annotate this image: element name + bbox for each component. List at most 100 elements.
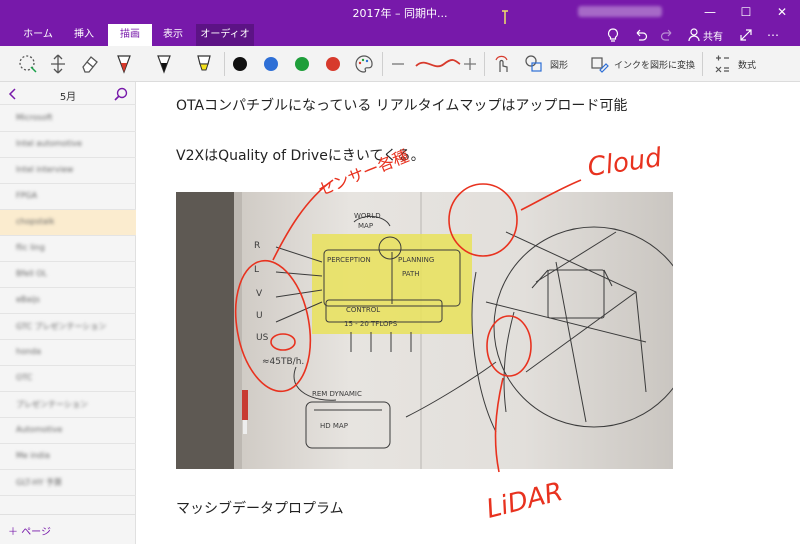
- draw-toolbar: 図形 インクを図形に変換 数式: [0, 46, 800, 82]
- page-title-blurred: Automotive: [16, 425, 63, 434]
- lightbulb-icon[interactable]: [604, 27, 622, 43]
- sidebar-header: 5月: [0, 82, 136, 105]
- shapes-icon[interactable]: [522, 52, 546, 76]
- pen-red-icon[interactable]: [112, 52, 136, 76]
- math-button[interactable]: 数式: [738, 58, 756, 71]
- page-title-blurred: プレゼンテーション: [16, 400, 88, 409]
- window-title: 2017年 – 同期中...: [352, 7, 448, 20]
- touch-draw-icon[interactable]: [490, 52, 514, 76]
- toolbar-divider: [382, 52, 383, 76]
- color-blue-swatch[interactable]: [264, 57, 278, 71]
- color-green-swatch[interactable]: [295, 57, 309, 71]
- page-list-item[interactable]: Intel interview: [0, 158, 136, 184]
- page-title-blurred: Microsoft: [16, 113, 53, 122]
- page-list-item[interactable]: honda: [0, 340, 136, 366]
- hdmap-label: HD MAP: [320, 422, 348, 430]
- decrease-thickness-icon[interactable]: [386, 52, 410, 76]
- whiteboard-photo[interactable]: WORLD MAP PERCEPTION PLANNING PATH CONTR…: [176, 192, 673, 469]
- page-title-blurred: Intel interview: [16, 165, 74, 174]
- page-title-blurred: flic ling: [16, 243, 45, 252]
- note-text-line[interactable]: OTAコンパチブルになっている リアルタイムマップはアップロード可能: [176, 95, 627, 115]
- tab-home[interactable]: ホーム: [14, 24, 62, 46]
- marker-red: [242, 390, 248, 420]
- cloud-handwriting: Cloud: [586, 143, 664, 183]
- rem-label: REM DYNAMIC: [312, 390, 362, 398]
- page-title-blurred: honda: [16, 347, 42, 356]
- page-list-item[interactable]: Automotive: [0, 418, 136, 444]
- sidebar-footer: ＋ ページ: [0, 514, 136, 544]
- world-label: WORLD: [354, 212, 381, 220]
- search-icon[interactable]: [114, 87, 128, 101]
- map-label: MAP: [358, 222, 373, 230]
- shapes-button[interactable]: 図形: [550, 58, 568, 71]
- minimize-button[interactable]: —: [692, 0, 728, 24]
- toolbar-divider: [702, 52, 703, 76]
- ink-to-shape-button[interactable]: インクを図形に変換: [614, 58, 695, 71]
- add-page-label: ページ: [21, 527, 51, 538]
- page-list-item[interactable]: FPGA: [0, 184, 136, 210]
- page-list-item[interactable]: Me india: [0, 444, 136, 470]
- title-bar: 2017年 – 同期中... — ☐ ✕: [0, 0, 800, 26]
- note-page[interactable]: OTAコンパチブルになっている リアルタイムマップはアップロード可能 V2XはQ…: [137, 82, 800, 544]
- add-page-button[interactable]: ＋ ページ: [8, 523, 51, 538]
- toolbar-divider: [484, 52, 485, 76]
- undo-icon[interactable]: [632, 27, 650, 43]
- close-button[interactable]: ✕: [764, 0, 800, 24]
- color-black-swatch[interactable]: [233, 57, 247, 71]
- tab-audio[interactable]: オーディオ: [196, 24, 254, 46]
- page-title-blurred: chopstalk: [16, 217, 55, 226]
- page-list-item[interactable]: OTC: [0, 366, 136, 392]
- increase-thickness-icon[interactable]: [458, 52, 482, 76]
- fullscreen-icon[interactable]: [737, 27, 755, 43]
- stroke-preview-icon[interactable]: [412, 52, 462, 76]
- page-list-item[interactable]: GTC プレゼンテーション: [0, 314, 136, 340]
- add-space-icon[interactable]: [46, 52, 70, 76]
- color-red-swatch[interactable]: [326, 57, 340, 71]
- page-title-blurred: GTC プレゼンテーション: [16, 322, 107, 331]
- more-options-button[interactable]: ⋯: [764, 27, 782, 43]
- math-icon[interactable]: [710, 52, 734, 76]
- tab-insert[interactable]: 挿入: [66, 24, 102, 46]
- note-text-line[interactable]: マッシブデータプロプラム: [176, 498, 344, 518]
- page-list-item[interactable]: flic ling: [0, 236, 136, 262]
- lasso-select-icon[interactable]: [16, 52, 40, 76]
- whiteboard-frame: [234, 192, 242, 469]
- page-title-blurred: Intel automotive: [16, 139, 82, 148]
- redo-icon[interactable]: [658, 27, 676, 43]
- page-list-item[interactable]: eBaijs: [0, 288, 136, 314]
- lidar-handwriting: LiDAR: [483, 477, 566, 525]
- ribbon-tabs: ホーム 挿入 描画 表示 オーディオ 共有 ⋯: [0, 24, 800, 46]
- ink-to-shape-icon[interactable]: [588, 52, 612, 76]
- page-list-item[interactable]: Intel automotive: [0, 132, 136, 158]
- page-title-blurred: eBaijs: [16, 295, 40, 304]
- page-list-item[interactable]: Microsoft: [0, 106, 136, 132]
- highlighter-yellow-icon[interactable]: [192, 52, 216, 76]
- tab-view[interactable]: 表示: [154, 24, 192, 46]
- page-list-item[interactable]: プレゼンテーション: [0, 392, 136, 418]
- page-list-item[interactable]: GLT-HY 予算: [0, 470, 136, 496]
- page-title-blurred: FPGA: [16, 191, 38, 200]
- perception-label: PERCEPTION: [327, 256, 371, 264]
- pen-black-icon[interactable]: [152, 52, 176, 76]
- eraser-icon[interactable]: [78, 52, 102, 76]
- note-text-line[interactable]: V2XはQuality of Driveにきいてくる。: [176, 145, 425, 165]
- page-list-item[interactable]: chopstalk: [0, 210, 136, 236]
- plus-icon: ＋: [8, 527, 22, 538]
- sensor-letter: V: [256, 289, 263, 299]
- page-title-blurred: GLT-HY 予算: [16, 478, 63, 487]
- share-person-icon[interactable]: [686, 27, 704, 43]
- tflops-label: 15 - 20 TFLOPS: [344, 320, 398, 328]
- page-title-blurred: OTC: [16, 373, 33, 382]
- maximize-button[interactable]: ☐: [728, 0, 764, 24]
- user-name-blurred[interactable]: [578, 6, 662, 17]
- share-button[interactable]: 共有: [703, 28, 723, 43]
- path-label: PATH: [402, 270, 420, 278]
- page-list-item[interactable]: Bfell OL: [0, 262, 136, 288]
- color-palette-icon[interactable]: [352, 52, 376, 76]
- planning-label: PLANNING: [398, 256, 434, 264]
- page-title-blurred: Bfell OL: [16, 269, 47, 278]
- sensor-letter: R: [254, 241, 260, 251]
- control-label: CONTROL: [346, 306, 380, 314]
- data-rate-label: ≈45TB/h.: [262, 357, 304, 367]
- tab-draw[interactable]: 描画: [108, 24, 152, 46]
